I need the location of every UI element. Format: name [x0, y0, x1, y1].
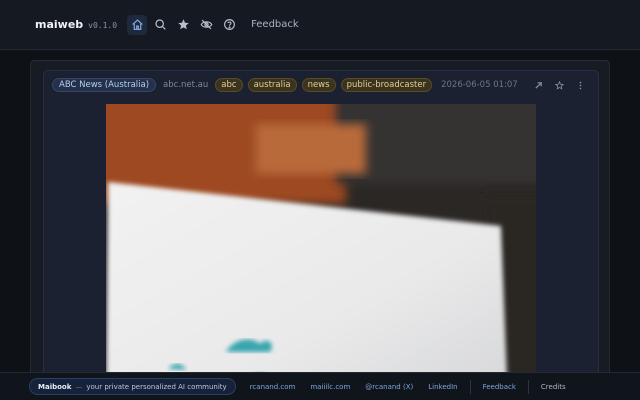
more-vertical-icon[interactable] — [575, 80, 586, 91]
footer-credits-link[interactable]: Credits — [541, 383, 566, 391]
maibook-promo[interactable]: Maibook — your private personalized AI c… — [29, 378, 236, 395]
app-name: maiweb — [35, 18, 84, 31]
hidden-eye-icon[interactable] — [196, 15, 216, 35]
news-card[interactable]: ABC News (Australia) abc.net.au abc aust… — [43, 70, 599, 400]
promo-tagline: your private personalized AI community — [86, 382, 227, 391]
promo-brand: Maibook — [38, 382, 72, 391]
tag-chip[interactable]: australia — [247, 78, 297, 92]
footer-link-linkedin[interactable]: LinkedIn — [428, 383, 457, 391]
star-icon[interactable] — [173, 15, 193, 35]
source-badge[interactable]: ABC News (Australia) — [52, 78, 157, 92]
feed-panel: ABC News (Australia) abc.net.au abc aust… — [30, 60, 610, 400]
tag-chip[interactable]: public-broadcaster — [340, 78, 433, 92]
card-header: ABC News (Australia) abc.net.au abc aust… — [52, 77, 590, 93]
article-image[interactable] — [106, 104, 536, 400]
footer-divider — [527, 379, 529, 394]
feedback-link[interactable]: Feedback — [251, 19, 299, 30]
app-version: v0.1.0 — [88, 21, 118, 30]
star-icon[interactable] — [554, 80, 565, 91]
brand[interactable]: maiweb v0.1.0 — [35, 18, 117, 31]
home-icon[interactable] — [127, 14, 148, 35]
footer-link-rcanand[interactable]: rcanand.com — [250, 383, 296, 391]
search-icon[interactable] — [150, 15, 170, 35]
footer-feedback-link[interactable]: Feedback — [483, 383, 516, 391]
card-actions — [533, 80, 586, 91]
top-bar: maiweb v0.1.0 Feedback — [0, 0, 640, 50]
tag-chip[interactable]: news — [301, 78, 336, 92]
source-domain: abc.net.au — [163, 80, 209, 90]
help-icon[interactable] — [219, 15, 239, 35]
footer-link-maiiilc[interactable]: maiiilc.com — [310, 383, 350, 391]
footer-divider — [469, 379, 471, 394]
footer-bar: Maibook — your private personalized AI c… — [0, 372, 640, 400]
open-external-icon[interactable] — [533, 80, 544, 91]
card-datetime: 2026-06-05 01:07 — [441, 80, 518, 90]
tag-chip[interactable]: abc — [215, 78, 243, 92]
promo-dash: — — [75, 382, 83, 391]
footer-link-x[interactable]: @rcanand (X) — [365, 383, 413, 391]
